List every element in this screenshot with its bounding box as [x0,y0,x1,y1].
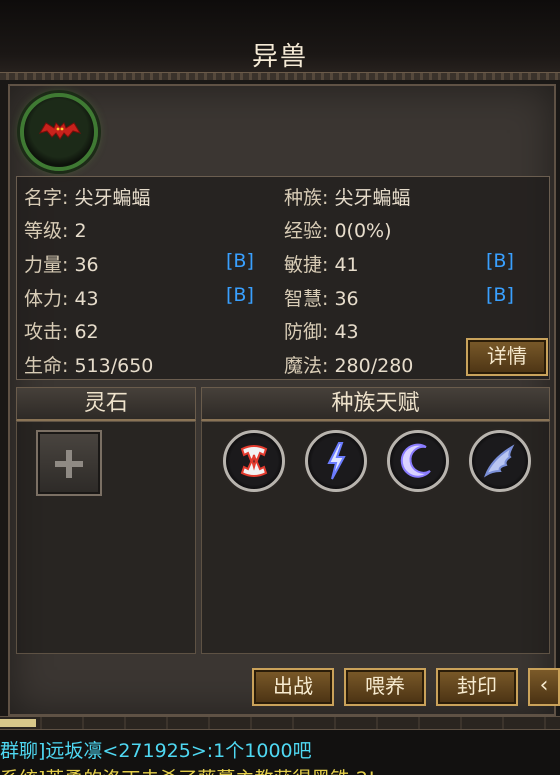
stat-defense-label: 防御: [284,321,329,343]
page-title: 异兽 [251,42,308,72]
talent-fang[interactable] [223,430,285,492]
stat-agility: 敏捷: 41 [284,250,359,277]
stat-agility-label: 敏捷: [284,254,329,276]
crescent-moon-icon [400,443,431,478]
title-bar: 异兽 [0,0,560,80]
spirit-stone-slot[interactable] [36,430,102,496]
title-divider [0,72,560,80]
stat-stamina-label: 体力: [24,288,69,310]
stat-mp-label: 魔法: [284,355,329,377]
lightning-icon [327,442,346,480]
fang-icon [240,445,268,477]
talent-lightning[interactable] [305,430,367,492]
stat-level-label: 等级: [24,220,69,242]
seal-button[interactable]: 封印 [436,668,518,706]
bat-icon [38,122,82,140]
bottom-bar [0,716,560,730]
stat-hp-label: 生命: [24,355,69,377]
stat-strength: 力量: 36 [24,250,99,277]
feed-button[interactable]: 喂养 [344,668,426,706]
stat-wisdom: 智慧: 36 [284,284,359,311]
stat-race-value: 尖牙蝙蝠 [334,187,411,209]
agility-grade: [B] [486,250,514,272]
stat-race: 种族: 尖牙蝙蝠 [284,183,410,210]
stat-wisdom-label: 智慧: [284,288,329,310]
stat-wisdom-value: 36 [334,288,359,310]
stat-agility-value: 41 [334,254,359,276]
stat-race-label: 种族: [284,187,329,209]
talent-wing[interactable] [469,430,531,492]
beast-avatar[interactable] [20,93,98,171]
race-talent-header: 种族天赋 [201,387,550,421]
stat-exp: 经验: 0(0%) [284,216,392,243]
stat-attack-value: 62 [74,321,99,343]
talent-moon[interactable] [387,430,449,492]
chat-message-group: 群聊]远坂凛<271925>:1个1000吧 [0,740,312,762]
stat-name-value: 尖牙蝙蝠 [74,187,151,209]
stat-strength-value: 36 [74,254,99,276]
stat-level: 等级: 2 [24,216,87,243]
collapse-button[interactable]: ‹ [528,668,560,706]
stat-exp-label: 经验: [284,220,329,242]
battle-button[interactable]: 出战 [252,668,334,706]
stat-hp: 生命: 513/650 [24,351,153,378]
stat-level-value: 2 [74,220,87,242]
stat-stamina: 体力: 43 [24,284,99,311]
stat-strength-label: 力量: [24,254,69,276]
wing-icon [483,444,515,478]
stamina-grade: [B] [226,284,254,306]
stat-name-label: 名字: [24,187,69,209]
chevron-left-icon: ‹ [539,673,549,698]
chat-message-system: 系统]英勇的洛丁击杀了藤蔓主教获得黑铁:2! [0,764,376,775]
detail-button[interactable]: 详情 [466,338,548,376]
stat-stamina-value: 43 [74,288,99,310]
spirit-stone-header: 灵石 [16,387,196,421]
stat-exp-value: 0(0%) [334,220,392,242]
stat-mp-value: 280/280 [334,355,414,377]
chat-panel[interactable]: 群聊]远坂凛<271925>:1个1000吧 系统]英勇的洛丁击杀了藤蔓主教获得… [0,730,560,775]
stat-attack: 攻击: 62 [24,317,99,344]
stat-defense-value: 43 [334,321,359,343]
stat-attack-label: 攻击: [24,321,69,343]
stat-name: 名字: 尖牙蝙蝠 [24,183,150,210]
stat-defense: 防御: 43 [284,317,359,344]
strength-grade: [B] [226,250,254,272]
plus-icon-vertical [66,450,72,478]
wisdom-grade: [B] [486,284,514,306]
bottom-bar-indicator [0,719,36,727]
stat-mp: 魔法: 280/280 [284,351,413,378]
stat-hp-value: 513/650 [74,355,154,377]
